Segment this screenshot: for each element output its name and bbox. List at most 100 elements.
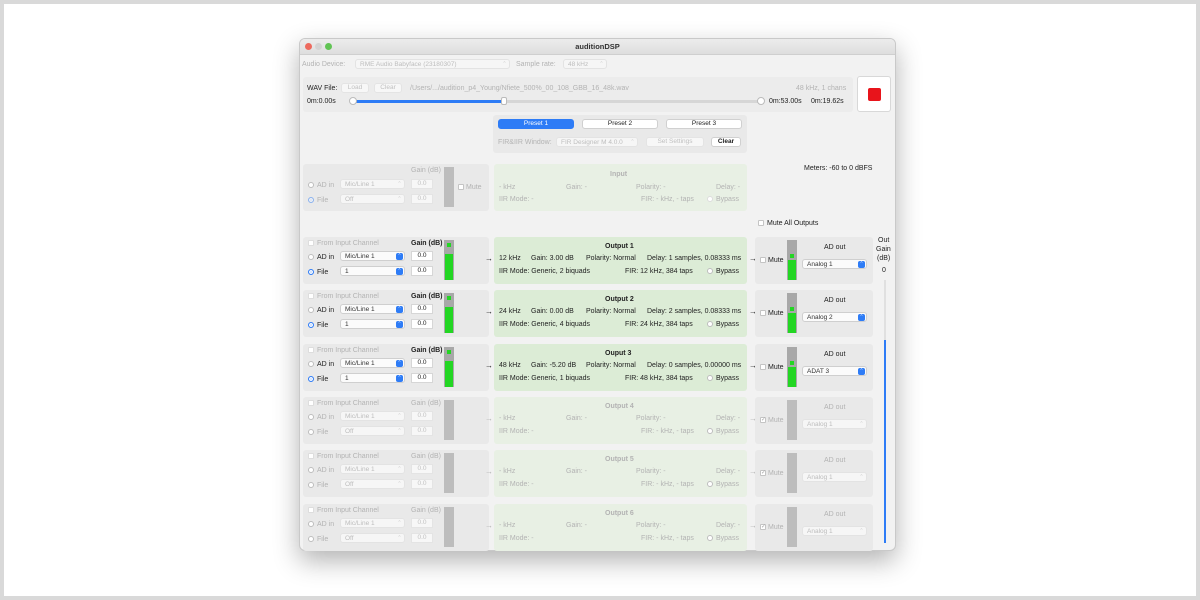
output-gain-1[interactable]: 0.0 xyxy=(411,518,433,528)
output-file-select[interactable]: 1 ⌃ xyxy=(340,373,405,383)
arrow-icon: → xyxy=(485,361,493,370)
ad-out-select[interactable]: Analog 2 ⌃ xyxy=(802,312,867,322)
input-ad-radio[interactable] xyxy=(308,182,314,188)
output-file-label: File xyxy=(317,322,329,329)
from-input-checkbox[interactable] xyxy=(308,347,314,353)
output-mute-checkbox[interactable] xyxy=(760,364,766,370)
chevron-updown-icon: ⌃ xyxy=(397,413,402,419)
output-ad-radio[interactable] xyxy=(308,467,314,473)
output-file-radio[interactable] xyxy=(308,429,314,435)
slider-start-handle[interactable] xyxy=(349,97,357,105)
load-button[interactable]: Load xyxy=(341,83,369,93)
from-input-checkbox[interactable] xyxy=(308,453,314,459)
input-file-radio[interactable] xyxy=(308,197,314,203)
output-file-select[interactable]: Off ⌃ xyxy=(340,533,405,543)
output-bypass-radio[interactable] xyxy=(707,375,713,381)
output-ad-radio[interactable] xyxy=(308,254,314,260)
output-gain-2[interactable]: 0.0 xyxy=(411,373,433,383)
input-gain-2[interactable]: 0.0 xyxy=(411,194,433,204)
output-gain-1[interactable]: 0.0 xyxy=(411,251,433,261)
ad-out-select[interactable]: ADAT 3 ⌃ xyxy=(802,366,867,376)
position-slider-thumb[interactable] xyxy=(500,97,507,105)
stop-button[interactable] xyxy=(857,76,891,112)
output-file-radio[interactable] xyxy=(308,376,314,382)
from-input-checkbox[interactable] xyxy=(308,240,314,246)
output-file-radio[interactable] xyxy=(308,322,314,328)
output-gain-1[interactable]: 0.0 xyxy=(411,411,433,421)
preset-1-button[interactable]: Preset 1 xyxy=(498,119,574,129)
output-ad-radio[interactable] xyxy=(308,414,314,420)
input-mute-checkbox[interactable] xyxy=(458,184,464,190)
output-ad-radio[interactable] xyxy=(308,521,314,527)
output-ad-value: Mic/Line 1 xyxy=(345,253,375,260)
input-gain-1[interactable]: 0.0 xyxy=(411,179,433,189)
output-ad-select[interactable]: Mic/Line 1 ⌃ xyxy=(340,411,405,421)
output-file-select[interactable]: 1 ⌃ xyxy=(340,266,405,276)
from-input-checkbox[interactable] xyxy=(308,293,314,299)
output-mute-checkbox[interactable]: ✓ xyxy=(760,524,766,530)
arrow-icon: → xyxy=(485,254,493,263)
output-ad-select[interactable]: Mic/Line 1 ⌃ xyxy=(340,251,405,261)
output-gain-2[interactable]: 0.0 xyxy=(411,266,433,276)
output-ad-select[interactable]: Mic/Line 1 ⌃ xyxy=(340,358,405,368)
output-ad-radio[interactable] xyxy=(308,307,314,313)
output-file-select[interactable]: 1 ⌃ xyxy=(340,319,405,329)
output-fir: FIR: 24 kHz, 384 taps xyxy=(625,321,693,328)
preset-2-button[interactable]: Preset 2 xyxy=(582,119,658,129)
output-file-radio[interactable] xyxy=(308,482,314,488)
preset-3-button[interactable]: Preset 3 xyxy=(666,119,742,129)
output-ad-radio[interactable] xyxy=(308,361,314,367)
output-gain-1[interactable]: 0.0 xyxy=(411,358,433,368)
output-bypass-label: Bypass xyxy=(716,535,739,542)
slider-end-handle[interactable] xyxy=(757,97,765,105)
position-slider-track[interactable] xyxy=(352,100,762,103)
from-input-checkbox[interactable] xyxy=(308,400,314,406)
output-file-radio[interactable] xyxy=(308,536,314,542)
output-gain-2[interactable]: 0.0 xyxy=(411,426,433,436)
output-bypass-radio[interactable] xyxy=(707,535,713,541)
input-file-select[interactable]: Off ⌃ xyxy=(340,194,405,204)
fir-clear-button[interactable]: Clear xyxy=(711,137,741,147)
ad-out-select[interactable]: Analog 1 ⌃ xyxy=(802,526,867,536)
output-ad-select[interactable]: Mic/Line 1 ⌃ xyxy=(340,518,405,528)
output-file-select[interactable]: Off ⌃ xyxy=(340,479,405,489)
output-bypass-radio[interactable] xyxy=(707,268,713,274)
out-gain-slider-fill[interactable] xyxy=(884,340,886,543)
ad-out-select[interactable]: Analog 1 ⌃ xyxy=(802,472,867,482)
fir-window-select[interactable]: FIR Designer M 4.0.0 ⌃ xyxy=(556,137,638,147)
output-mute-checkbox[interactable]: ✓ xyxy=(760,470,766,476)
output-gain-label: Gain (dB) xyxy=(411,293,443,300)
output-gain-1[interactable]: 0.0 xyxy=(411,464,433,474)
output-ad-select[interactable]: Mic/Line 1 ⌃ xyxy=(340,464,405,474)
output-file-radio[interactable] xyxy=(308,269,314,275)
ad-out-select[interactable]: Analog 1 ⌃ xyxy=(802,419,867,429)
output-gain-2[interactable]: 0.0 xyxy=(411,533,433,543)
output-mute-checkbox[interactable]: ✓ xyxy=(760,417,766,423)
wav-clear-button[interactable]: Clear xyxy=(374,83,402,93)
output-bypass-radio[interactable] xyxy=(707,321,713,327)
ad-out-select[interactable]: Analog 1 ⌃ xyxy=(802,259,867,269)
output-bypass-radio[interactable] xyxy=(707,481,713,487)
from-input-checkbox[interactable] xyxy=(308,507,314,513)
output-polarity: Polarity: Normal xyxy=(586,362,636,369)
output-gain-1[interactable]: 0.0 xyxy=(411,304,433,314)
sample-rate-select[interactable]: 48 kHz ⌃ xyxy=(563,59,607,69)
audio-device-select[interactable]: RME Audio Babyface (23180307) ⌃ xyxy=(355,59,510,69)
output-ad-select[interactable]: Mic/Line 1 ⌃ xyxy=(340,304,405,314)
output-gain-label: Gain (dB) xyxy=(411,400,441,407)
input-ad-select[interactable]: Mic/Line 1 ⌃ xyxy=(340,179,405,189)
set-settings-button[interactable]: Set Settings xyxy=(646,137,704,147)
output-gain-2[interactable]: 0.0 xyxy=(411,479,433,489)
meter-fill xyxy=(445,254,453,280)
output-mute-checkbox[interactable] xyxy=(760,257,766,263)
output-delay: Delay: - xyxy=(716,415,741,422)
input-bypass-radio[interactable] xyxy=(707,196,713,202)
output-fir: FIR: 12 kHz, 384 taps xyxy=(625,268,693,275)
output-bypass-radio[interactable] xyxy=(707,428,713,434)
output-file-select[interactable]: Off ⌃ xyxy=(340,426,405,436)
chevron-updown-icon: ⌃ xyxy=(858,261,865,268)
output-gain-2[interactable]: 0.0 xyxy=(411,319,433,329)
ad-out-label: AD out xyxy=(824,511,846,518)
output-mute-checkbox[interactable] xyxy=(760,310,766,316)
mute-all-checkbox[interactable] xyxy=(758,220,764,226)
